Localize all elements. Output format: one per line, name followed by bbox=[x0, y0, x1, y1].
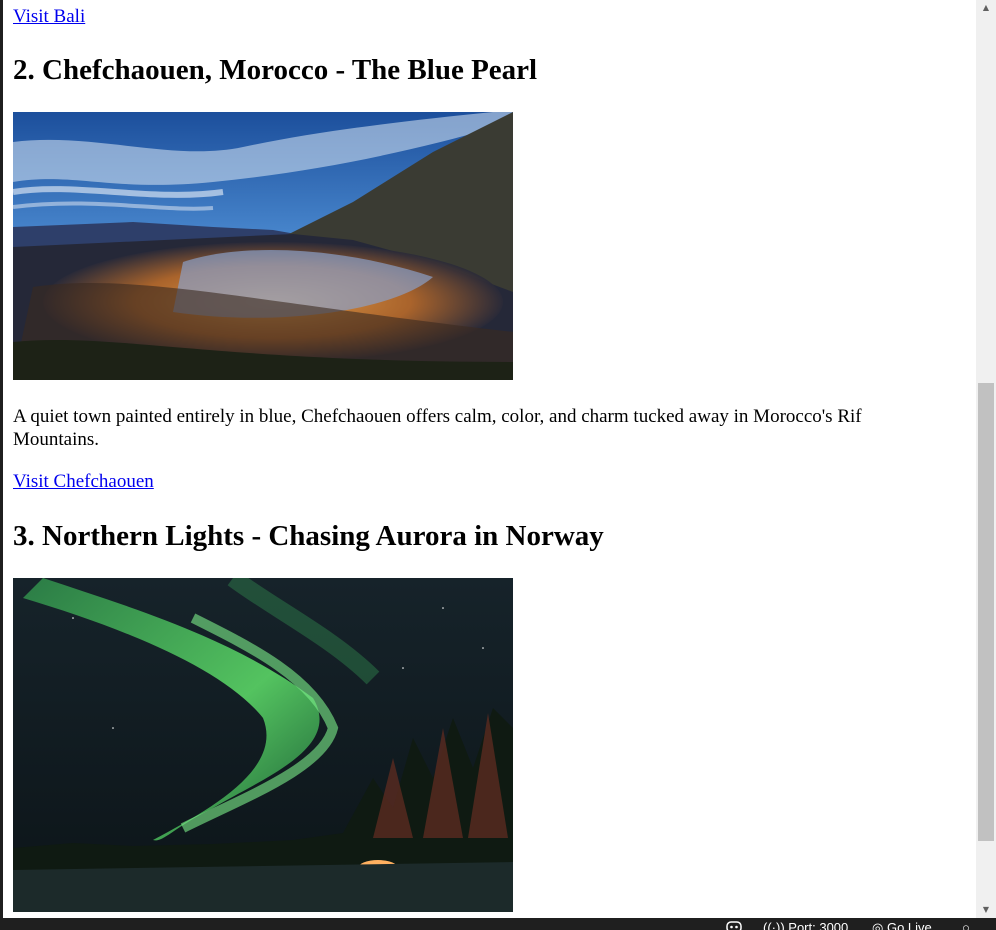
page-content: Visit Bali 2. Chefchaouen, Morocco - The… bbox=[13, 0, 973, 918]
bell-icon[interactable]: ○ bbox=[962, 920, 970, 930]
visit-bali-link[interactable]: Visit Bali bbox=[13, 6, 85, 28]
copilot-icon[interactable] bbox=[726, 920, 742, 930]
chefchaouen-photo bbox=[13, 112, 513, 380]
port-label: Port: 3000 bbox=[788, 920, 849, 930]
port-indicator[interactable]: ((·)) Port: 3000 bbox=[763, 920, 848, 930]
section-heading-chefchaouen: 2. Chefchaouen, Morocco - The Blue Pearl bbox=[13, 54, 538, 86]
window-left-border bbox=[0, 0, 3, 918]
section-heading-northern-lights: 3. Northern Lights - Chasing Aurora in N… bbox=[13, 520, 604, 552]
visit-chefchaouen-link[interactable]: Visit Chefchaouen bbox=[13, 471, 154, 493]
scrollbar-thumb[interactable] bbox=[978, 383, 994, 841]
scroll-down-arrow-icon[interactable]: ▼ bbox=[976, 902, 996, 918]
go-live-label: Go Live bbox=[886, 920, 932, 930]
chefchaouen-description: A quiet town painted entirely in blue, C… bbox=[13, 406, 862, 450]
broadcast-icon: ((·)) bbox=[763, 920, 785, 930]
northern-lights-photo bbox=[13, 578, 513, 912]
scroll-up-arrow-icon[interactable]: ▲ bbox=[976, 0, 996, 16]
status-bar: ((·)) Port: 3000 ◎ Go Live ○ bbox=[0, 918, 996, 930]
go-live-icon: ◎ bbox=[872, 920, 884, 930]
vertical-scrollbar[interactable]: ▲ ▼ bbox=[976, 0, 996, 918]
go-live-button[interactable]: ◎ Go Live bbox=[872, 920, 932, 930]
